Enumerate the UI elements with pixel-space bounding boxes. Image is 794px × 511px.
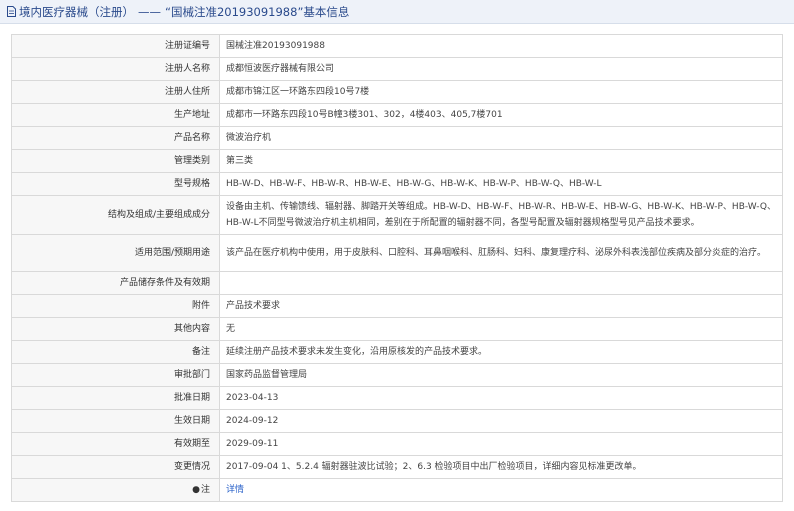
row-label: 有效期至 [11, 432, 220, 456]
record-title: “国械注准20193091988”基本信息 [165, 4, 350, 19]
row-label: 注册人住所 [11, 80, 220, 104]
row-value: 国械注准20193091988 [219, 34, 783, 58]
row-label: 审批部门 [11, 363, 220, 387]
row-value: 详情 [219, 478, 783, 502]
row-value: 成都恒波医疗器械有限公司 [219, 57, 783, 81]
row-value: 产品技术要求 [219, 294, 783, 318]
row-value [219, 271, 783, 295]
row-effective-date: 生效日期 2024-09-12 [11, 409, 783, 433]
row-storage: 产品储存条件及有效期 [11, 271, 783, 295]
row-label: 附件 [11, 294, 220, 318]
row-value: 成都市一环路东四段10号B幢3楼301、302，4楼403、405,7楼701 [219, 103, 783, 127]
row-value: 2029-09-11 [219, 432, 783, 456]
note-label: 注 [200, 485, 210, 495]
row-label: 变更情况 [11, 455, 220, 479]
row-value: 国家药品监督管理局 [219, 363, 783, 387]
row-label: 注册人名称 [11, 57, 220, 81]
row-label: ●注 [11, 478, 220, 502]
title-separator: —— [138, 4, 161, 19]
row-intended-use: 适用范围/预期用途 该产品在医疗机构中使用，用于皮肤科、口腔科、耳鼻咽喉科、肛肠… [11, 234, 783, 272]
row-value: 2024-09-12 [219, 409, 783, 433]
row-attachment: 附件 产品技术要求 [11, 294, 783, 318]
section-title: 境内医疗器械（注册） [19, 4, 134, 19]
row-other: 其他内容 无 [11, 317, 783, 341]
row-label: 生效日期 [11, 409, 220, 433]
row-management-class: 管理类别 第三类 [11, 149, 783, 173]
row-value: 设备由主机、传输馈线、辐射器、脚踏开关等组成。HB-W-D、HB-W-F、HB-… [219, 195, 783, 235]
row-model-spec: 型号规格 HB-W-D、HB-W-F、HB-W-R、HB-W-E、HB-W-G、… [11, 172, 783, 196]
row-valid-until: 有效期至 2029-09-11 [11, 432, 783, 456]
row-remarks: 备注 延续注册产品技术要求未发生变化，沿用原核发的产品技术要求。 [11, 340, 783, 364]
row-label: 注册证编号 [11, 34, 220, 58]
bullet-icon: ● [192, 485, 200, 495]
row-value: 第三类 [219, 149, 783, 173]
row-label: 型号规格 [11, 172, 220, 196]
row-value: 延续注册产品技术要求未发生变化，沿用原核发的产品技术要求。 [219, 340, 783, 364]
row-approval-date: 批准日期 2023-04-13 [11, 386, 783, 410]
row-value: 微波治疗机 [219, 126, 783, 150]
row-registrant-name: 注册人名称 成都恒波医疗器械有限公司 [11, 57, 783, 81]
row-label: 生产地址 [11, 103, 220, 127]
page-header: 境内医疗器械（注册） —— “国械注准20193091988”基本信息 [0, 0, 794, 24]
row-label: 备注 [11, 340, 220, 364]
row-approval-dept: 审批部门 国家药品监督管理局 [11, 363, 783, 387]
document-icon [7, 6, 16, 17]
row-label: 适用范围/预期用途 [11, 234, 220, 272]
row-value: 2017-09-04 1、5.2.4 辐射器驻波比试验；2、6.3 检验项目中出… [219, 455, 783, 479]
row-registrant-address: 注册人住所 成都市锦江区一环路东四段10号7楼 [11, 80, 783, 104]
row-label: 批准日期 [11, 386, 220, 410]
info-table: 注册证编号 国械注准20193091988 注册人名称 成都恒波医疗器械有限公司… [11, 34, 783, 502]
row-value: 该产品在医疗机构中使用，用于皮肤科、口腔科、耳鼻咽喉科、肛肠科、妇科、康复理疗科… [219, 234, 783, 272]
row-label: 结构及组成/主要组成成分 [11, 195, 220, 235]
row-change-history: 变更情况 2017-09-04 1、5.2.4 辐射器驻波比试验；2、6.3 检… [11, 455, 783, 479]
row-note: ●注 详情 [11, 478, 783, 502]
row-label: 管理类别 [11, 149, 220, 173]
row-value: 成都市锦江区一环路东四段10号7楼 [219, 80, 783, 104]
row-label: 其他内容 [11, 317, 220, 341]
row-structure: 结构及组成/主要组成成分 设备由主机、传输馈线、辐射器、脚踏开关等组成。HB-W… [11, 195, 783, 235]
row-value: 2023-04-13 [219, 386, 783, 410]
row-registration-number: 注册证编号 国械注准20193091988 [11, 34, 783, 58]
row-value: HB-W-D、HB-W-F、HB-W-R、HB-W-E、HB-W-G、HB-W-… [219, 172, 783, 196]
row-value: 无 [219, 317, 783, 341]
row-label: 产品储存条件及有效期 [11, 271, 220, 295]
row-product-name: 产品名称 微波治疗机 [11, 126, 783, 150]
row-label: 产品名称 [11, 126, 220, 150]
row-production-address: 生产地址 成都市一环路东四段10号B幢3楼301、302，4楼403、405,7… [11, 103, 783, 127]
detail-link[interactable]: 详情 [226, 485, 244, 495]
